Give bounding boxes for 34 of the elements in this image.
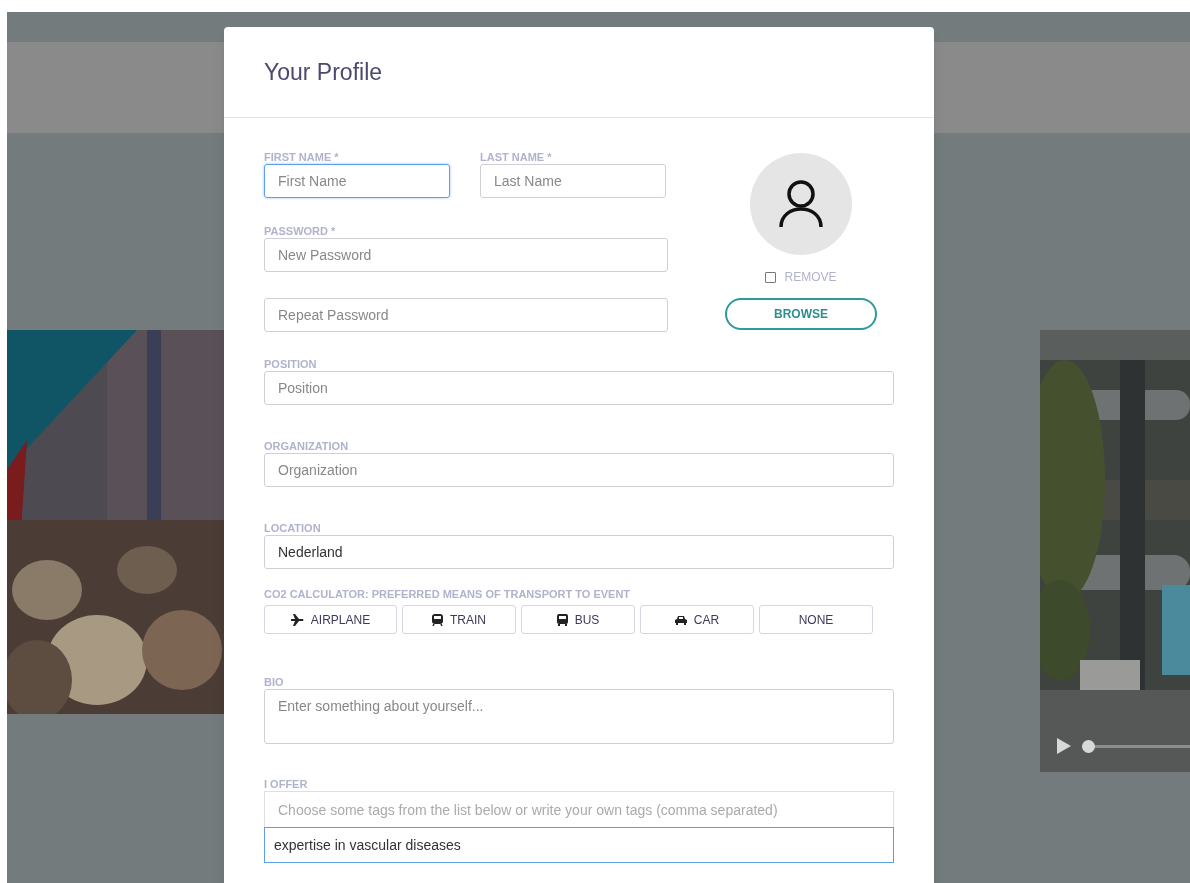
bio-field[interactable]: Enter something about yourself... — [264, 689, 894, 744]
remove-label: REMOVE — [784, 269, 837, 286]
field-label: ORGANIZATION — [264, 439, 350, 452]
input-field[interactable]: Nederland — [264, 535, 894, 569]
remove-checkbox[interactable] — [765, 271, 777, 283]
input-field[interactable]: Repeat Password — [264, 298, 668, 332]
bus-icon — [556, 613, 568, 626]
browse-button[interactable]: BROWSE — [725, 298, 877, 330]
airplane-icon — [290, 613, 304, 626]
input-field[interactable]: Position — [264, 371, 894, 405]
field-label: PASSWORD * — [264, 224, 337, 237]
play-icon[interactable] — [1056, 737, 1072, 755]
car-icon — [674, 614, 687, 625]
tag-input-field[interactable]: expertise in vascular diseases — [264, 827, 894, 863]
tag-input-field[interactable]: Choose some tags from the list below or write your own tags (comma separated) — [264, 791, 894, 827]
input-field[interactable]: Last Name — [480, 164, 666, 198]
transport-option[interactable]: TRAIN — [402, 605, 516, 634]
input-field[interactable]: Organization — [264, 453, 894, 487]
field-label: BIO — [264, 675, 285, 688]
input-field[interactable]: First Name — [264, 164, 450, 198]
field-label: LOCATION — [264, 521, 322, 534]
transport-option[interactable]: NONE — [759, 605, 873, 634]
train-icon — [432, 613, 443, 626]
transport-label: CO2 CALCULATOR: PREFERRED MEANS OF TRANSPORT TO EVENT — [264, 587, 632, 602]
transport-option[interactable]: BUS — [521, 605, 635, 634]
field-label: POSITION — [264, 357, 318, 370]
field-label: FIRST NAME * — [264, 150, 340, 163]
user-icon — [778, 179, 824, 229]
modal-title: Your Profile — [264, 57, 383, 87]
field-label: LAST NAME * — [480, 150, 553, 163]
field-label: I OFFER — [264, 777, 309, 790]
transport-option[interactable]: CAR — [640, 605, 754, 634]
input-field[interactable]: New Password — [264, 238, 668, 272]
transport-option[interactable]: AIRPLANE — [264, 605, 397, 634]
